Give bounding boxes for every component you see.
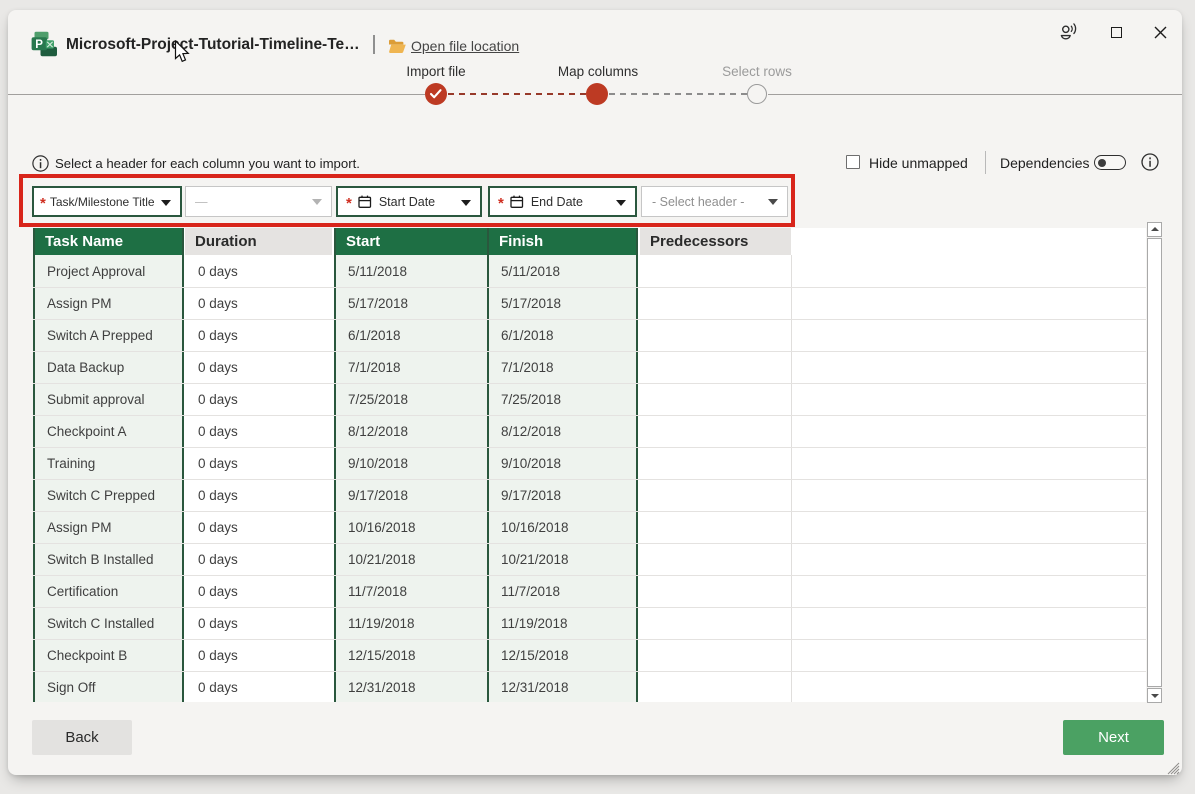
svg-text:P: P bbox=[35, 39, 43, 51]
